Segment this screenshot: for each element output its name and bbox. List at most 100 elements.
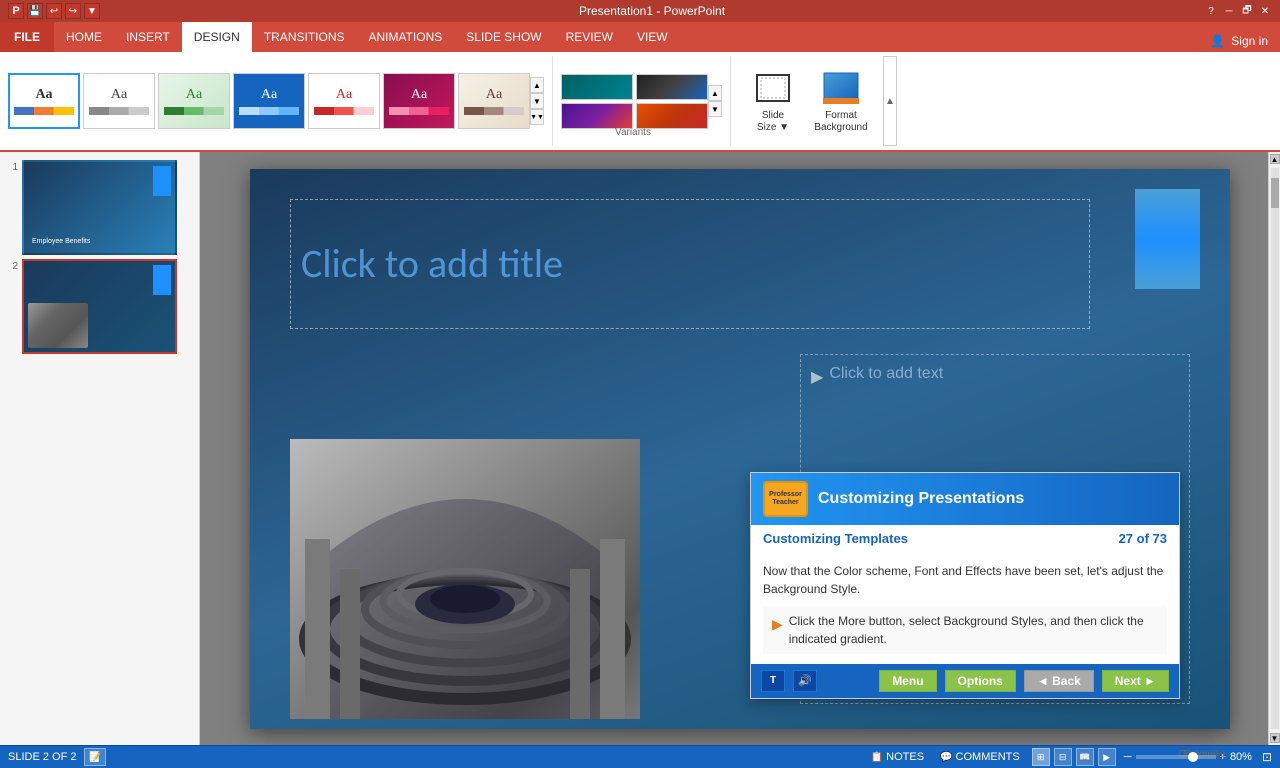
slide-blue-accent-1 <box>153 166 171 196</box>
tab-file[interactable]: FILE <box>0 22 54 52</box>
slide-panel: 1 Employee Benefits 2 <box>0 152 200 745</box>
slide-notes-icon[interactable]: 📝 <box>84 748 106 766</box>
title-placeholder[interactable]: Click to add title <box>290 199 1090 329</box>
quick-customize[interactable]: ▼ <box>84 3 100 19</box>
main-area: 1 Employee Benefits 2 Click to add title <box>0 152 1280 745</box>
slide-num-1: 1 <box>4 162 18 173</box>
zoom-slider[interactable] <box>1136 755 1216 759</box>
theme-5[interactable]: Aa <box>308 73 380 129</box>
window-controls: ? ─ 🗗 ✕ <box>1204 4 1272 18</box>
title-placeholder-text: Click to add title <box>301 239 563 288</box>
ribbon-collapse-btn[interactable]: ▲ <box>883 56 897 146</box>
professor-badge: ProfessorTeacher <box>763 481 808 517</box>
theme-3[interactable]: Aa <box>158 73 230 129</box>
slide-size-icon <box>753 68 793 108</box>
variants-label: Variants <box>553 123 713 138</box>
variants-gallery: ▲ ▼ Variants <box>553 56 731 146</box>
signin-button[interactable]: 👤 Sign in <box>1198 30 1280 52</box>
title-bar-left: P 💾 ↩ ↪ ▼ <box>8 3 100 19</box>
variant-scroll-up[interactable]: ▲ <box>708 85 722 101</box>
slide-thumb-1[interactable]: 1 Employee Benefits <box>4 160 195 255</box>
badge-text: ProfessorTeacher <box>769 491 802 506</box>
minimize-button[interactable]: ─ <box>1222 4 1236 18</box>
slide-image-1[interactable]: Employee Benefits <box>22 160 177 255</box>
restore-button[interactable]: 🗗 <box>1240 4 1254 18</box>
slide-info: SLIDE 2 OF 2 <box>8 751 76 763</box>
ribbon-tab-bar: FILE HOME INSERT DESIGN TRANSITIONS ANIM… <box>0 22 1280 52</box>
tab-home[interactable]: HOME <box>54 22 114 52</box>
themes-gallery: Aa Aa Aa Aa Aa <box>0 56 553 146</box>
tab-insert[interactable]: INSERT <box>114 22 182 52</box>
zoom-thumb[interactable] <box>1188 752 1198 762</box>
tab-design[interactable]: DESIGN <box>182 22 252 52</box>
tab-animations[interactable]: ANIMATIONS <box>356 22 454 52</box>
scroll-thumb[interactable] <box>1271 178 1279 208</box>
format-background-label: FormatBackground <box>814 110 867 134</box>
window-title: Presentation1 - PowerPoint <box>100 4 1204 18</box>
slide-title-1: Employee Benefits <box>32 238 90 245</box>
signin-label: Sign in <box>1231 34 1268 48</box>
close-button[interactable]: ✕ <box>1258 4 1272 18</box>
slide-size-label: SlideSize ▼ <box>757 110 789 134</box>
tutorial-instruction: ▶ Click the More button, select Backgrou… <box>763 606 1167 654</box>
scroll-down-arrow[interactable]: ▼ <box>1270 733 1280 743</box>
tutorial-subtitle: Customizing Templates <box>763 531 908 546</box>
tutorial-text-btn[interactable]: T <box>761 670 785 692</box>
theme-2[interactable]: Aa <box>83 73 155 129</box>
theme-scroll-down[interactable]: ▼ <box>530 93 544 109</box>
variant-2[interactable] <box>636 74 708 100</box>
canvas-scrollbar: ▲ ▼ <box>1268 152 1280 745</box>
next-button[interactable]: Next ► <box>1102 670 1169 692</box>
theme-items: Aa Aa Aa Aa Aa <box>8 73 530 129</box>
slide-arch-image <box>290 439 640 719</box>
variants-scroll: ▲ ▼ <box>708 83 722 119</box>
ribbon-collapse: ▲ <box>883 56 897 146</box>
tutorial-body: Now that the Color scheme, Font and Effe… <box>751 552 1179 664</box>
tutorial-header: ProfessorTeacher Customizing Presentatio… <box>751 473 1179 525</box>
scroll-track <box>1271 168 1279 729</box>
ribbon: Aa Aa Aa Aa Aa <box>0 52 1280 152</box>
slide-blue-accent <box>1135 189 1200 289</box>
options-button[interactable]: Options <box>945 670 1016 692</box>
arch-svg <box>290 439 640 719</box>
title-bar: P 💾 ↩ ↪ ▼ Presentation1 - PowerPoint ? ─… <box>0 0 1280 22</box>
quick-redo[interactable]: ↪ <box>65 3 81 19</box>
instruction-text: Click the More button, select Background… <box>789 612 1161 648</box>
menu-button[interactable]: Menu <box>879 670 936 692</box>
variant-items <box>561 74 708 129</box>
quick-undo[interactable]: ↩ <box>46 3 62 19</box>
back-button[interactable]: ◄ Back <box>1024 670 1094 692</box>
slide-thumb-2[interactable]: 2 <box>4 259 195 354</box>
slide-size-button[interactable]: SlideSize ▼ <box>743 68 803 134</box>
tutorial-title: Customizing Presentations <box>818 490 1024 508</box>
tutorial-footer: T 🔊 Menu Options ◄ Back Next ► <box>751 664 1179 698</box>
powerpoint-icon: P <box>8 3 24 19</box>
tutorial-counter: 27 of 73 <box>1119 531 1167 546</box>
tutorial-body-text: Now that the Color scheme, Font and Effe… <box>763 562 1167 598</box>
slide-canvas: Click to add title ▶ Click to add text <box>250 169 1230 729</box>
theme-4[interactable]: Aa <box>233 73 305 129</box>
tab-view[interactable]: VIEW <box>625 22 680 52</box>
theme-scroll-more[interactable]: ▼▼ <box>530 109 544 125</box>
quick-save[interactable]: 💾 <box>27 3 43 19</box>
theme-office[interactable]: Aa <box>8 73 80 129</box>
help-button[interactable]: ? <box>1204 4 1218 18</box>
format-background-button[interactable]: FormatBackground <box>811 68 871 134</box>
theme-6[interactable]: Aa <box>383 73 455 129</box>
instruction-arrow-icon: ▶ <box>772 614 783 635</box>
tutorial-popup: ProfessorTeacher Customizing Presentatio… <box>750 472 1180 699</box>
theme-scroll-up[interactable]: ▲ <box>530 77 544 93</box>
tab-transitions[interactable]: TRANSITIONS <box>252 22 357 52</box>
variant-1[interactable] <box>561 74 633 100</box>
tab-review[interactable]: REVIEW <box>554 22 625 52</box>
tab-slideshow[interactable]: SLIDE SHOW <box>454 22 553 52</box>
theme-7[interactable]: Aa <box>458 73 530 129</box>
slide-image-2[interactable] <box>22 259 177 354</box>
customize-group: SlideSize ▼ FormatBackground Customize <box>731 56 883 146</box>
scroll-up-arrow[interactable]: ▲ <box>1270 154 1280 164</box>
slide-arch-thumb <box>28 303 88 348</box>
tutorial-subheader: Customizing Templates 27 of 73 <box>751 525 1179 552</box>
canvas-area[interactable]: Click to add title ▶ Click to add text <box>200 152 1280 745</box>
variant-scroll-down[interactable]: ▼ <box>708 101 722 117</box>
tutorial-audio-btn[interactable]: 🔊 <box>793 670 817 692</box>
